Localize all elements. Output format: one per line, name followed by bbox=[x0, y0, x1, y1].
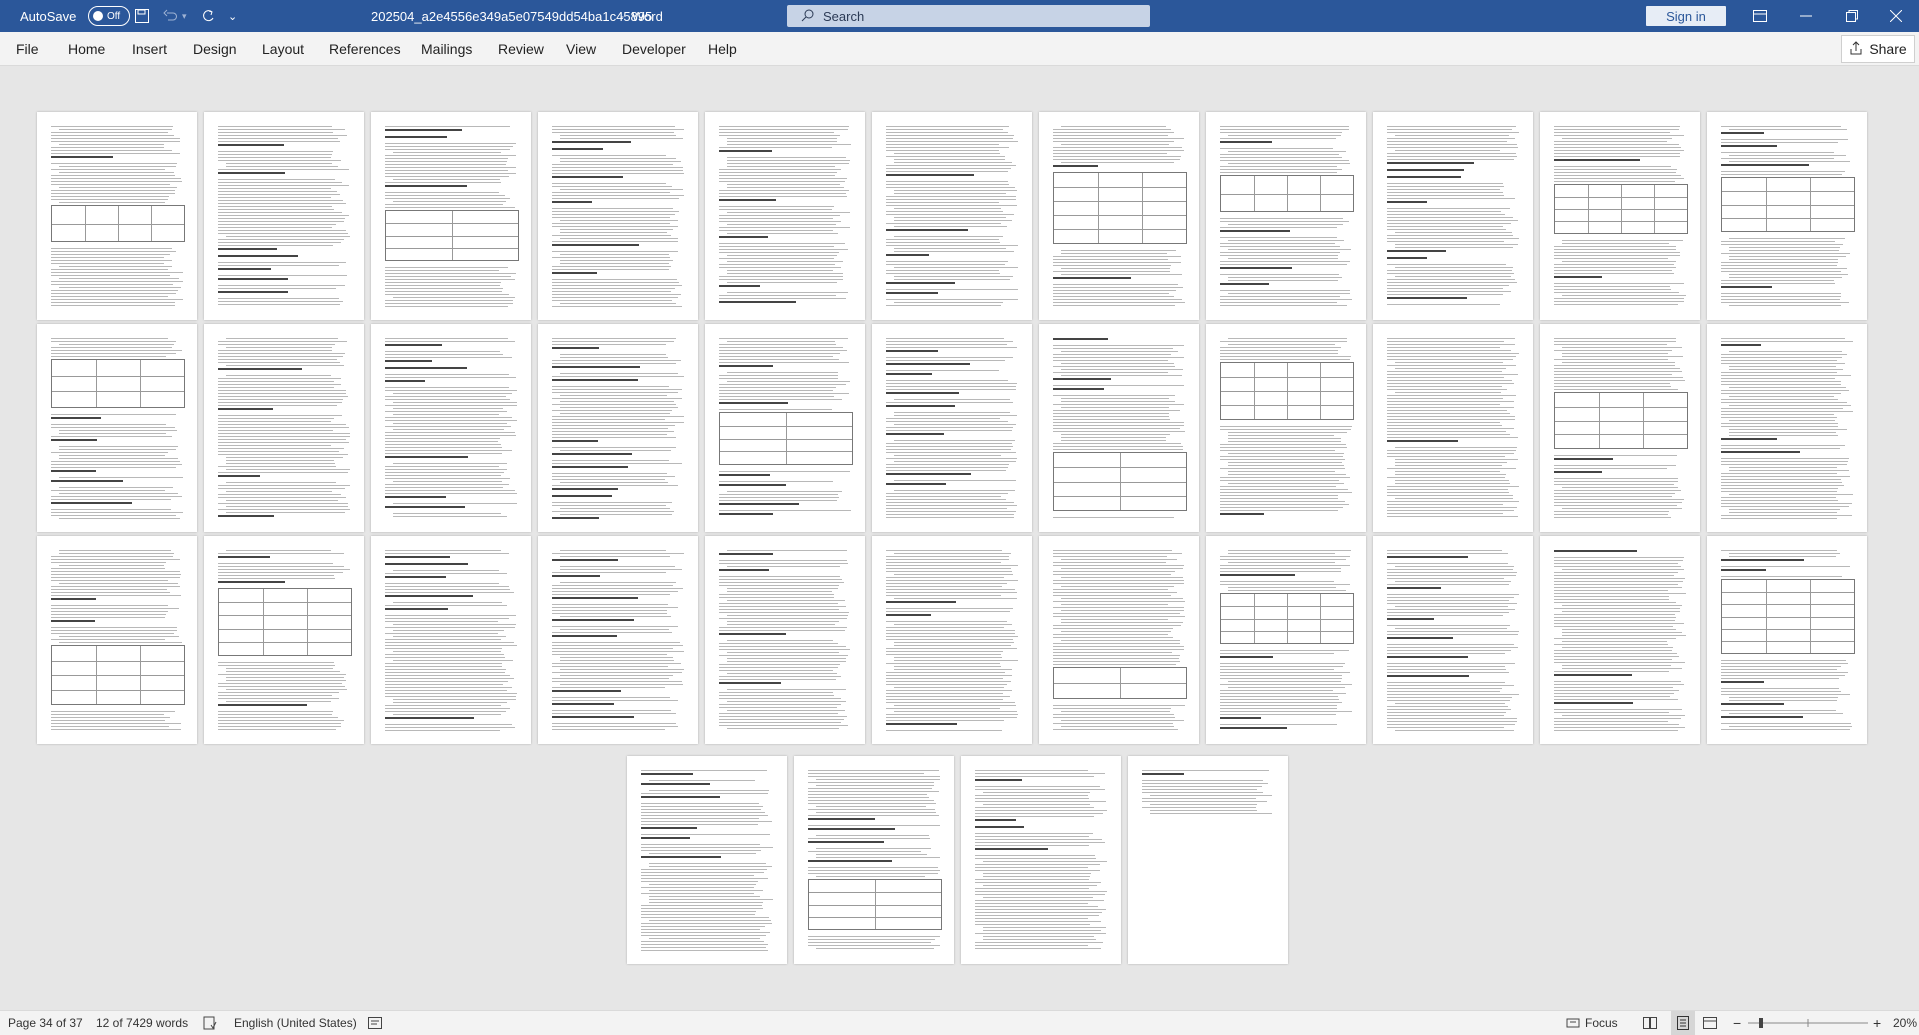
page-thumbnail-26[interactable] bbox=[538, 536, 698, 744]
page-thumbnail-25[interactable] bbox=[371, 536, 531, 744]
accessibility-icon[interactable] bbox=[368, 1011, 382, 1035]
page-thumbnail-10[interactable] bbox=[1540, 112, 1700, 320]
app-name: Word bbox=[632, 8, 663, 24]
page-thumbnail-7[interactable] bbox=[1039, 112, 1199, 320]
minimize-icon[interactable] bbox=[1783, 0, 1829, 32]
page-thumbnail-11[interactable] bbox=[1707, 112, 1867, 320]
autosave-state: Off bbox=[107, 10, 121, 22]
title-separator: - bbox=[620, 9, 624, 23]
tab-design[interactable]: Design bbox=[193, 32, 237, 65]
ribbon-display-options-icon[interactable] bbox=[1737, 0, 1783, 32]
focus-icon[interactable] bbox=[1566, 1011, 1580, 1035]
page-thumbnail-33[interactable] bbox=[1707, 536, 1867, 744]
page-thumbnail-31[interactable] bbox=[1373, 536, 1533, 744]
page-thumbnail-35[interactable] bbox=[794, 756, 954, 964]
page-thumbnail-22[interactable] bbox=[1707, 324, 1867, 532]
zoom-in-icon[interactable]: + bbox=[1873, 1011, 1881, 1035]
search-placeholder: Search bbox=[823, 8, 865, 24]
close-icon[interactable] bbox=[1873, 0, 1919, 32]
page-thumbnail-18[interactable] bbox=[1039, 324, 1199, 532]
share-icon bbox=[1849, 40, 1863, 58]
page-thumbnail-12[interactable] bbox=[37, 324, 197, 532]
page-thumbnail-3[interactable] bbox=[371, 112, 531, 320]
page-thumbnail-15[interactable] bbox=[538, 324, 698, 532]
focus-label[interactable]: Focus bbox=[1585, 1011, 1618, 1035]
restore-icon[interactable] bbox=[1829, 0, 1875, 32]
save-icon[interactable] bbox=[134, 0, 150, 32]
page-thumbnail-36[interactable] bbox=[961, 756, 1121, 964]
page-thumbnail-13[interactable] bbox=[204, 324, 364, 532]
language[interactable]: English (United States) bbox=[234, 1011, 357, 1035]
share-label: Share bbox=[1869, 41, 1907, 57]
page-thumbnail-4[interactable] bbox=[538, 112, 698, 320]
page-thumbnail-1[interactable] bbox=[37, 112, 197, 320]
undo-icon[interactable] bbox=[162, 0, 178, 32]
page-info[interactable]: Page 34 of 37 bbox=[8, 1011, 83, 1035]
zoom-slider[interactable] bbox=[1748, 1011, 1868, 1035]
tab-insert[interactable]: Insert bbox=[132, 32, 167, 65]
search-box[interactable]: Search bbox=[787, 5, 1150, 27]
tab-references[interactable]: References bbox=[329, 32, 401, 65]
document-title: 202504_a2e4556e349a5e07549dd54ba1c45895 bbox=[371, 8, 653, 24]
read-mode-icon[interactable] bbox=[1643, 1011, 1657, 1035]
redo-icon[interactable] bbox=[200, 0, 216, 32]
tab-layout[interactable]: Layout bbox=[262, 32, 304, 65]
tab-mailings[interactable]: Mailings bbox=[421, 32, 472, 65]
page-thumbnail-37[interactable] bbox=[1128, 756, 1288, 964]
page-thumbnail-29[interactable] bbox=[1039, 536, 1199, 744]
share-button[interactable]: Share bbox=[1841, 35, 1915, 63]
tab-help[interactable]: Help bbox=[708, 32, 737, 65]
word-count[interactable]: 12 of 7429 words bbox=[96, 1011, 188, 1035]
title-bar: AutoSave Off ▾ ⌄ 202504_a2e4556e349a5e07… bbox=[0, 0, 1919, 32]
page-thumbnail-16[interactable] bbox=[705, 324, 865, 532]
tab-view[interactable]: View bbox=[566, 32, 596, 65]
search-icon bbox=[801, 8, 815, 25]
undo-dropdown-icon[interactable]: ▾ bbox=[182, 0, 187, 32]
page-thumbnail-17[interactable] bbox=[872, 324, 1032, 532]
page-thumbnail-24[interactable] bbox=[204, 536, 364, 744]
customize-qat-icon[interactable]: ⌄ bbox=[228, 0, 237, 32]
autosave-label: AutoSave bbox=[20, 8, 77, 24]
page-thumbnail-19[interactable] bbox=[1206, 324, 1366, 532]
tab-developer[interactable]: Developer bbox=[622, 32, 686, 65]
page-thumbnail-32[interactable] bbox=[1540, 536, 1700, 744]
autosave-toggle[interactable]: Off bbox=[82, 0, 130, 32]
page-thumbnail-20[interactable] bbox=[1373, 324, 1533, 532]
page-thumbnail-27[interactable] bbox=[705, 536, 865, 744]
tab-file[interactable]: File bbox=[16, 32, 39, 65]
print-layout-icon[interactable] bbox=[1671, 1011, 1695, 1035]
zoom-level[interactable]: 20% bbox=[1893, 1011, 1917, 1035]
status-bar: Page 34 of 37 12 of 7429 words English (… bbox=[0, 1010, 1919, 1035]
tab-home[interactable]: Home bbox=[68, 32, 105, 65]
page-thumbnail-30[interactable] bbox=[1206, 536, 1366, 744]
web-layout-icon[interactable] bbox=[1703, 1011, 1717, 1035]
page-thumbnail-6[interactable] bbox=[872, 112, 1032, 320]
page-thumbnail-5[interactable] bbox=[705, 112, 865, 320]
page-thumbnail-28[interactable] bbox=[872, 536, 1032, 744]
zoom-out-icon[interactable]: − bbox=[1733, 1011, 1741, 1035]
proofing-icon[interactable] bbox=[203, 1011, 217, 1035]
page-thumbnail-23[interactable] bbox=[37, 536, 197, 744]
page-thumbnail-9[interactable] bbox=[1373, 112, 1533, 320]
page-thumbnail-21[interactable] bbox=[1540, 324, 1700, 532]
page-thumbnail-34[interactable] bbox=[627, 756, 787, 964]
document-canvas[interactable] bbox=[0, 66, 1919, 1010]
ribbon-tab-bar: File Home Insert Design Layout Reference… bbox=[0, 32, 1919, 66]
tab-review[interactable]: Review bbox=[498, 32, 544, 65]
page-thumbnail-14[interactable] bbox=[371, 324, 531, 532]
page-thumbnail-2[interactable] bbox=[204, 112, 364, 320]
page-thumbnail-8[interactable] bbox=[1206, 112, 1366, 320]
sign-in-button[interactable]: Sign in bbox=[1646, 6, 1726, 26]
